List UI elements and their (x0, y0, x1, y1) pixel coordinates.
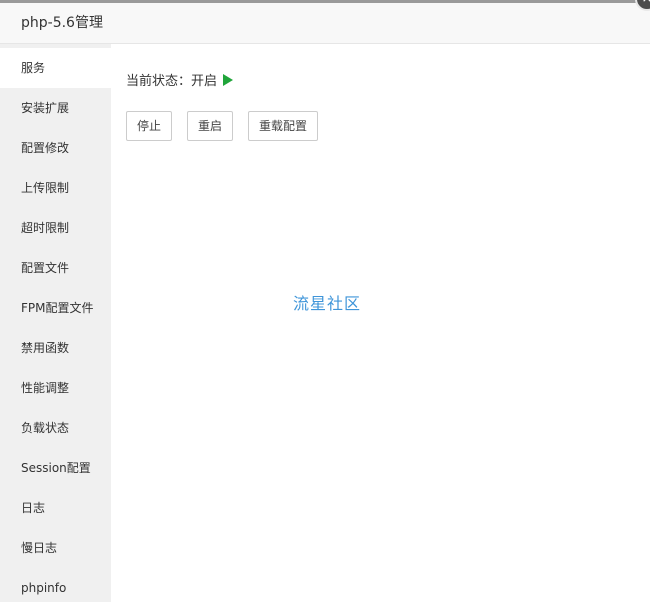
sidebar-item-phpinfo[interactable]: phpinfo (0, 568, 111, 602)
stop-button[interactable]: 停止 (126, 111, 172, 141)
sidebar-item-log[interactable]: 日志 (0, 488, 111, 528)
sidebar: 服务 安装扩展 配置修改 上传限制 超时限制 配置文件 FPM配置文件 禁用函数… (0, 44, 111, 602)
sidebar-item-config-file[interactable]: 配置文件 (0, 248, 111, 288)
sidebar-item-upload-limit[interactable]: 上传限制 (0, 168, 111, 208)
sidebar-item-fpm-config-file[interactable]: FPM配置文件 (0, 288, 111, 328)
status-label: 当前状态： (126, 74, 192, 89)
reload-config-button[interactable]: 重载配置 (248, 111, 318, 141)
play-icon (223, 74, 234, 86)
sidebar-item-slow-log[interactable]: 慢日志 (0, 528, 111, 568)
dialog-titlebar[interactable]: php-5.6管理 (0, 3, 650, 44)
sidebar-item-load-status[interactable]: 负载状态 (0, 408, 111, 448)
dialog-title: php-5.6管理 (21, 15, 103, 31)
php-manager-dialog: php-5.6管理 服务 安装扩展 配置修改 上传限制 超时限制 配置文件 FP… (0, 0, 650, 602)
sidebar-item-performance-tuning[interactable]: 性能调整 (0, 368, 111, 408)
restart-button[interactable]: 重启 (187, 111, 233, 141)
service-status: 当前状态：开启 (126, 73, 234, 91)
sidebar-item-timeout-limit[interactable]: 超时限制 (0, 208, 111, 248)
sidebar-item-service[interactable]: 服务 (0, 48, 111, 88)
sidebar-item-session-config[interactable]: Session配置 (0, 448, 111, 488)
status-value: 开启 (191, 74, 218, 89)
sidebar-item-config-edit[interactable]: 配置修改 (0, 128, 111, 168)
watermark-text: 流星社区 (293, 294, 362, 313)
sidebar-item-install-extension[interactable]: 安装扩展 (0, 88, 111, 128)
sidebar-item-disabled-functions[interactable]: 禁用函数 (0, 328, 111, 368)
